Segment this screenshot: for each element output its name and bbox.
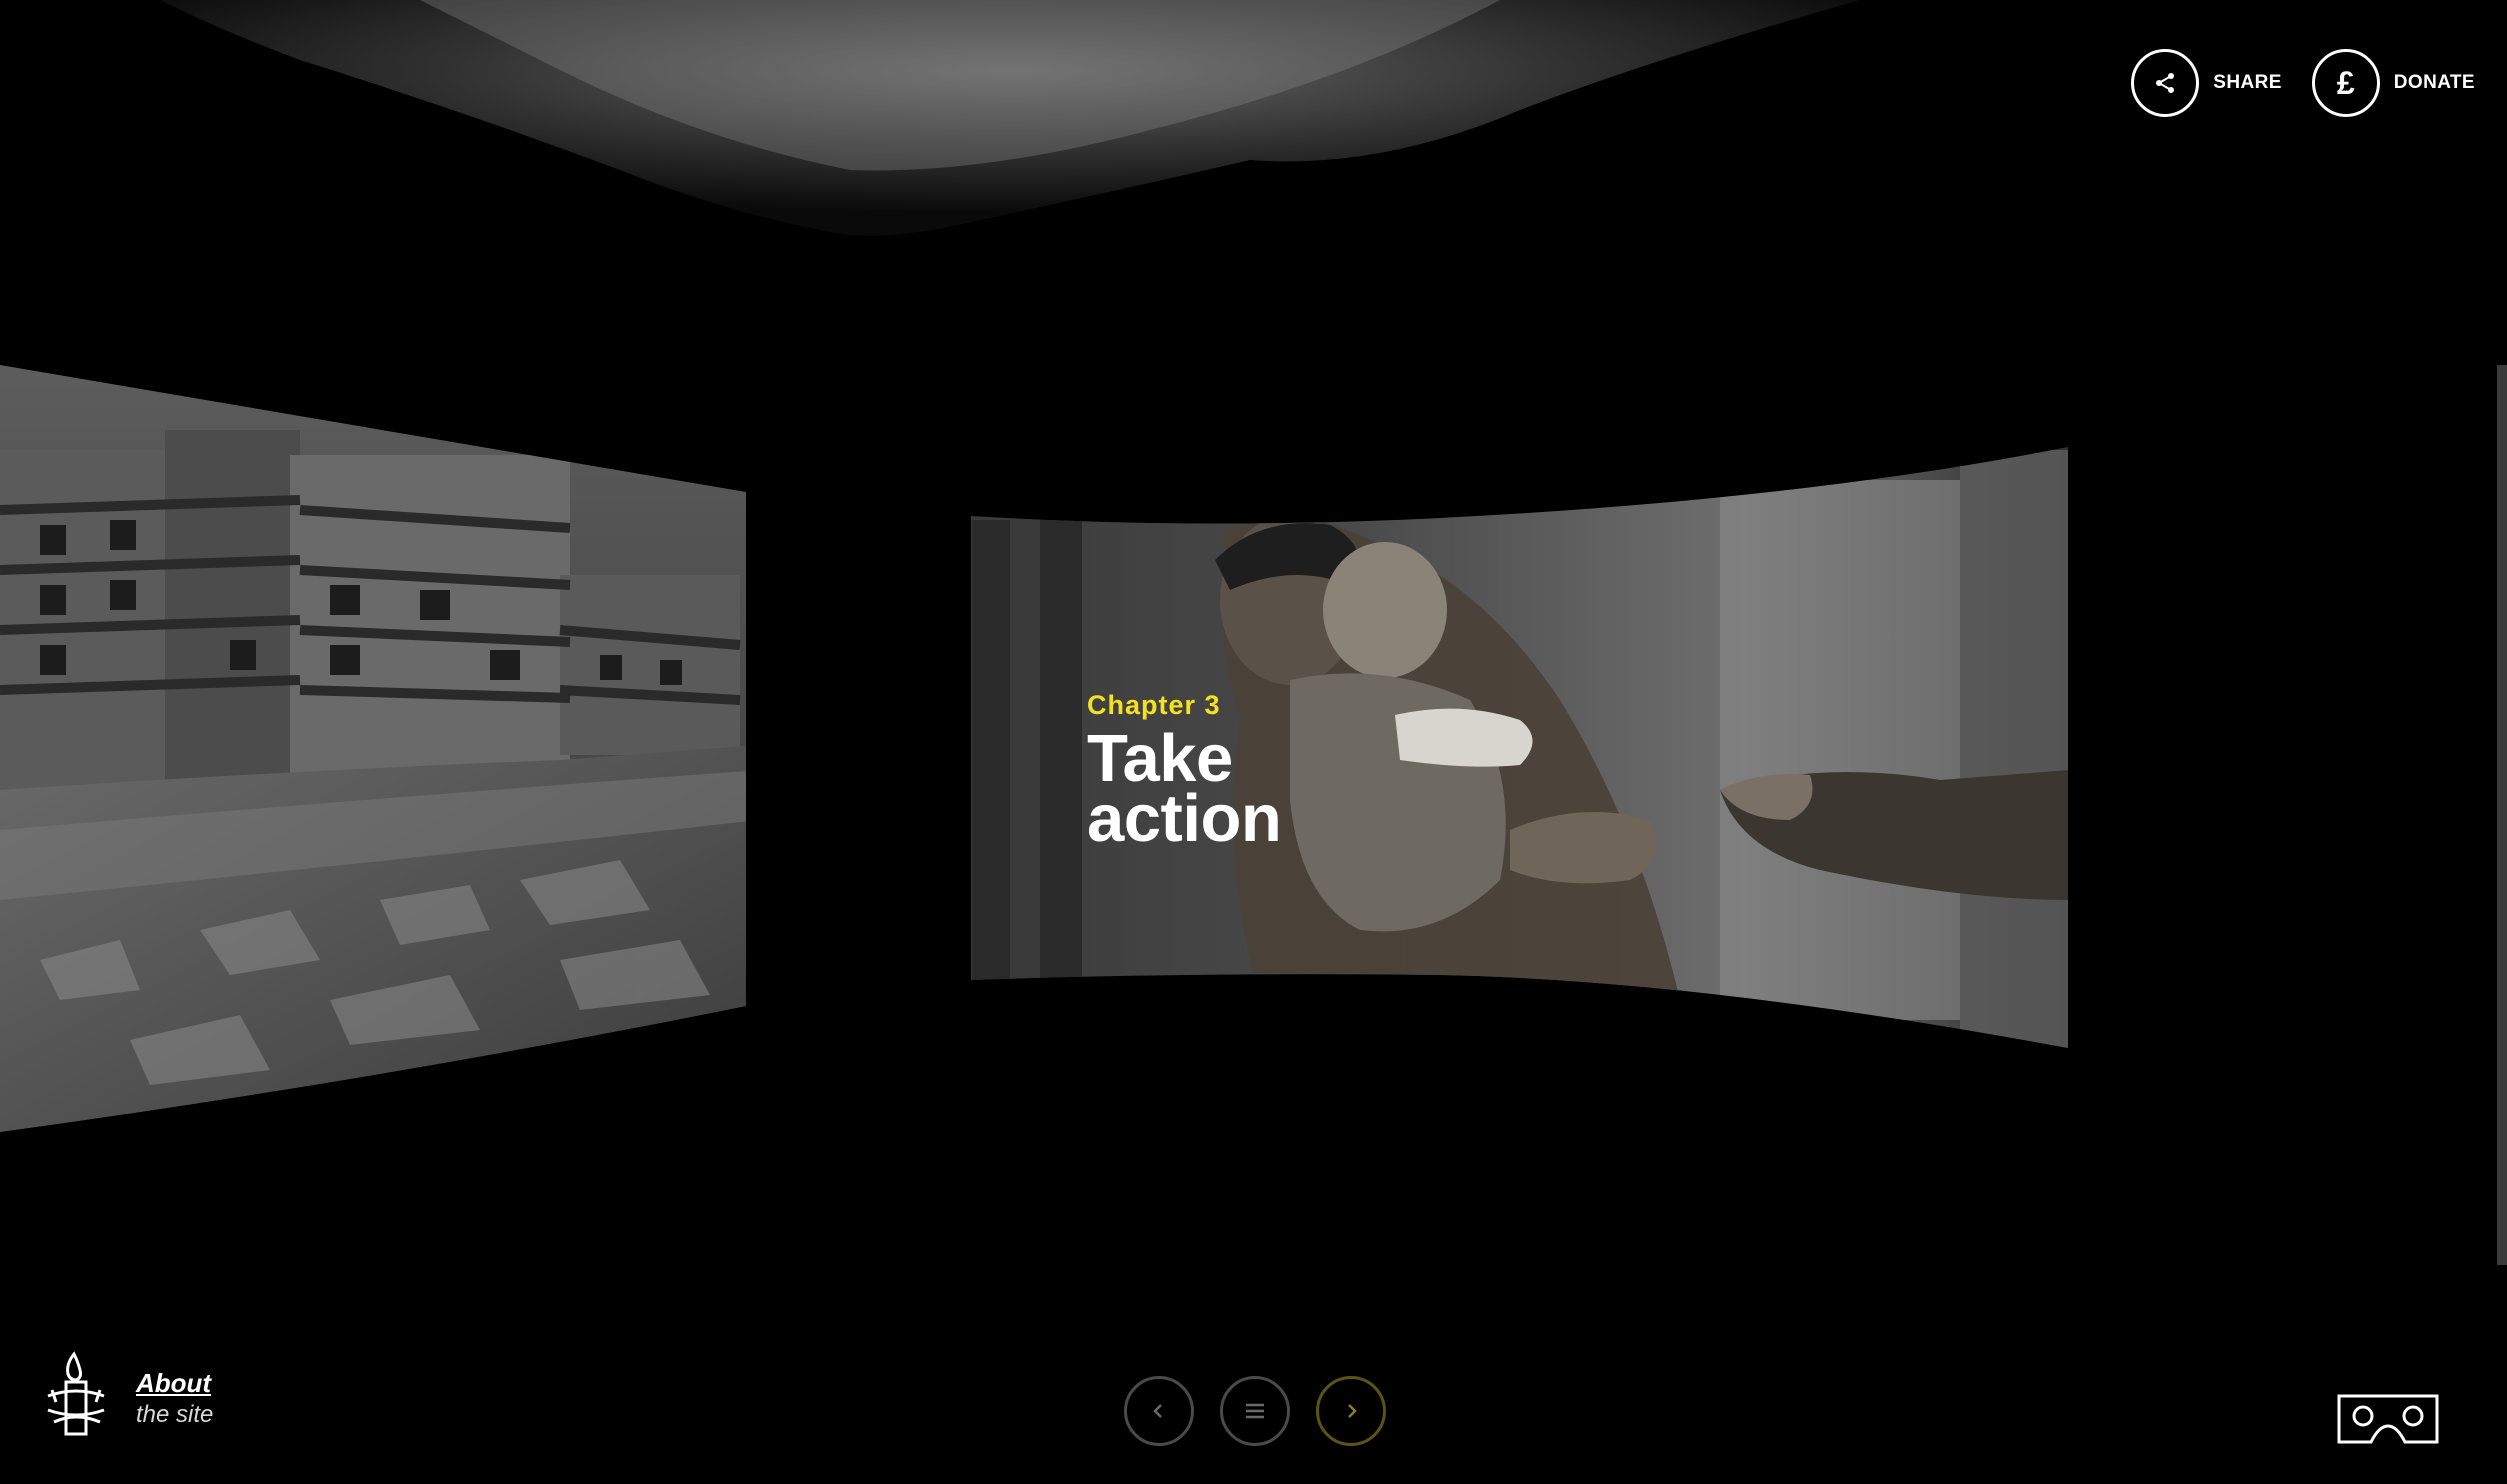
about-text: About the site xyxy=(136,1368,213,1429)
chevron-right-icon xyxy=(1348,1404,1357,1418)
chapter-number: Chapter 3 xyxy=(1087,690,1221,720)
about-section: About the site xyxy=(44,1350,213,1440)
pound-icon[interactable]: £ xyxy=(2311,49,2380,117)
vr-mode-button[interactable] xyxy=(2335,1392,2441,1453)
share-label[interactable]: SHARE xyxy=(2213,72,2282,94)
sky-ceiling xyxy=(160,0,1860,236)
donate-label[interactable]: DONATE xyxy=(2394,72,2475,94)
previous-button[interactable] xyxy=(1124,1376,1194,1446)
chapter-navigation xyxy=(1124,1376,1386,1446)
top-actions: SHARE £ DONATE xyxy=(2131,49,2475,117)
left-panorama-panel xyxy=(0,365,746,1132)
donate-button[interactable]: £ DONATE xyxy=(2311,49,2475,117)
chapter-title-line-1: Take xyxy=(1087,721,1233,796)
share-icon[interactable] xyxy=(2131,49,2200,117)
chapter-title: Take action xyxy=(1087,721,1282,856)
menu-icon xyxy=(1246,1403,1264,1419)
amnesty-candle-logo-icon xyxy=(47,1351,105,1436)
chevron-left-icon xyxy=(1153,1404,1162,1418)
chapter-title-line-2: action xyxy=(1087,781,1282,856)
chapter-heading[interactable]: Chapter 3 Take action xyxy=(1087,690,1282,856)
vr-headset-icon xyxy=(2337,1394,2439,1444)
right-panel-edge xyxy=(2497,365,2507,1265)
about-link[interactable]: About xyxy=(136,1368,213,1399)
next-button[interactable] xyxy=(1316,1376,1386,1446)
share-button[interactable]: SHARE xyxy=(2131,49,2282,117)
donate-symbol: £ xyxy=(2336,64,2355,101)
menu-button[interactable] xyxy=(1220,1376,1290,1446)
about-subtitle: the site xyxy=(136,1401,214,1428)
